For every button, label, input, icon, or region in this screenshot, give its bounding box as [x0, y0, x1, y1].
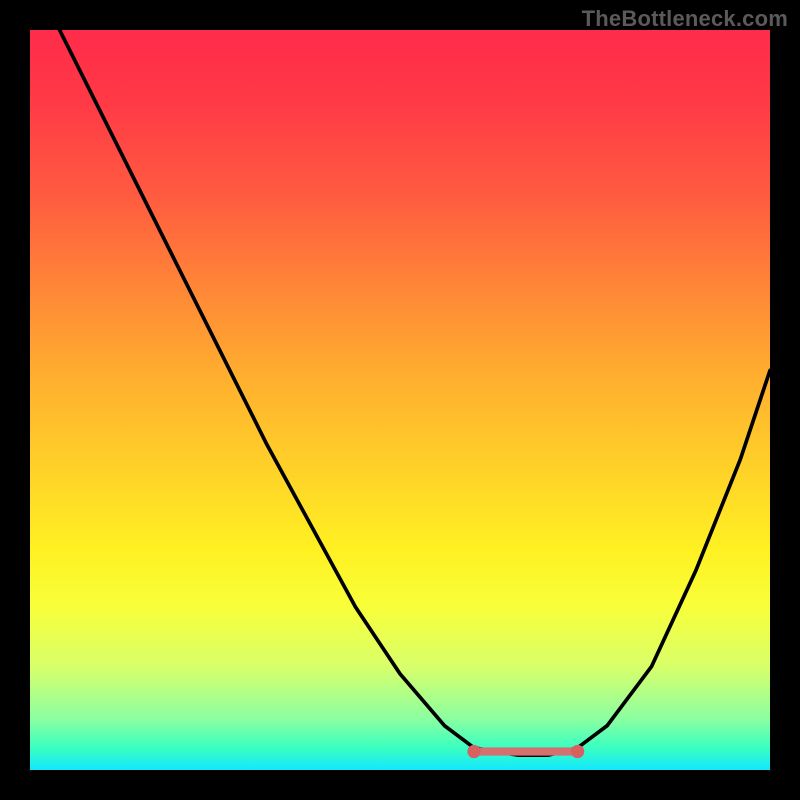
watermark-text: TheBottleneck.com [582, 6, 788, 32]
floor-dot-right [571, 745, 584, 758]
curve-line [60, 30, 770, 755]
chart-svg [30, 30, 770, 770]
floor-dot-left [467, 745, 480, 758]
chart-area [30, 30, 770, 770]
